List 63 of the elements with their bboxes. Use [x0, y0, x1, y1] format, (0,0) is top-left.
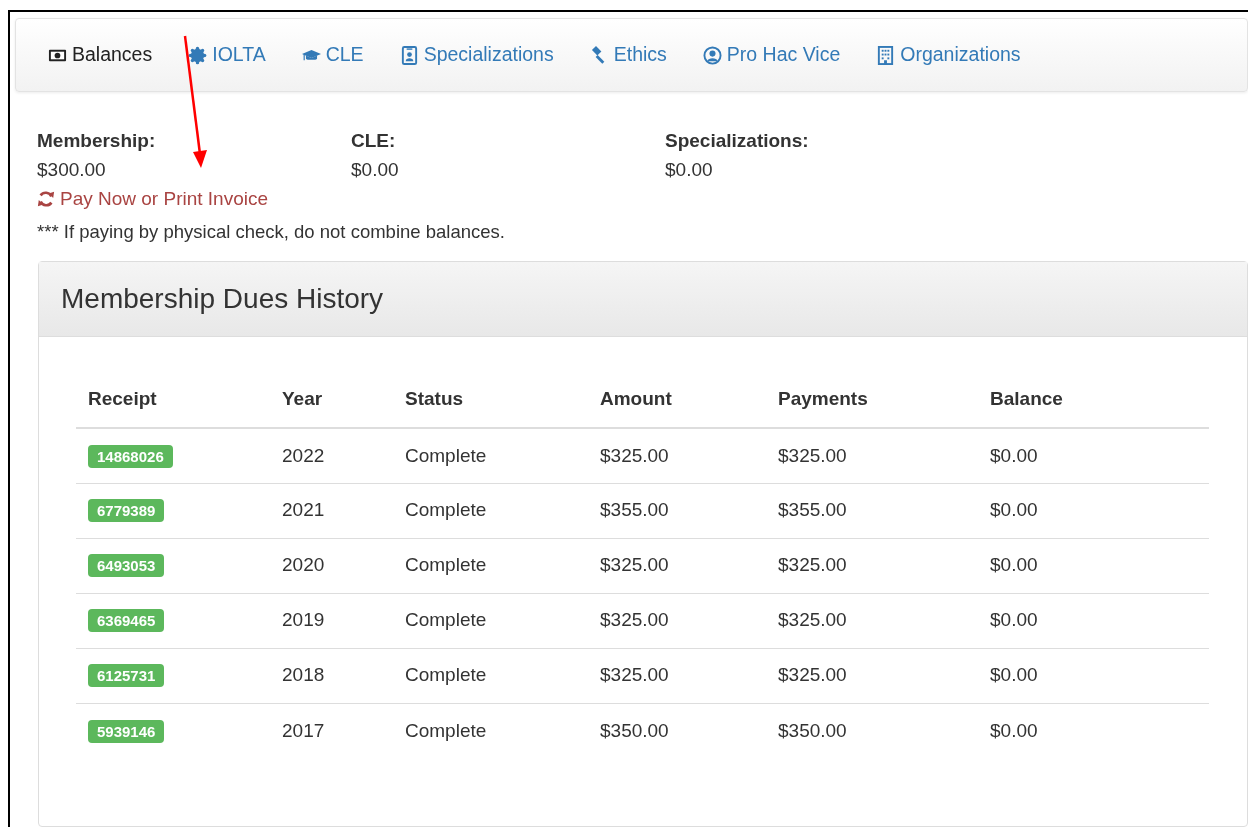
- nav-tab[interactable]: Pro Hac Vice: [688, 40, 863, 70]
- badge-icon: [188, 45, 208, 65]
- pay-now-link[interactable]: Pay Now or Print Invoice: [37, 184, 269, 214]
- receipt-badge[interactable]: 6493053: [88, 554, 165, 578]
- balance-label: CLE:: [351, 129, 396, 153]
- table-cell: $325.00: [778, 554, 847, 576]
- table-cell: $0.00: [990, 499, 1038, 521]
- nav-tab[interactable]: IOLTA: [174, 40, 288, 70]
- check-note: *** If paying by physical check, do not combine balances.: [37, 219, 506, 244]
- column-header: Receipt: [88, 387, 157, 409]
- receipt-badge[interactable]: 5939146: [88, 719, 165, 743]
- id-badge-icon: [399, 45, 419, 65]
- table-cell: Complete: [405, 664, 487, 686]
- table-cell: Complete: [405, 444, 487, 466]
- table-cell: $355.00: [778, 499, 847, 521]
- table-cell: Complete: [405, 554, 487, 576]
- table-cell: $325.00: [778, 664, 847, 686]
- refresh-icon: [37, 190, 55, 208]
- balance-amount: $300.00: [37, 158, 106, 182]
- table-cell: $325.00: [600, 664, 669, 686]
- table-cell: 2018: [282, 664, 325, 686]
- table-cell: $325.00: [778, 444, 847, 466]
- table-cell: Complete: [405, 499, 487, 521]
- table-cell: Complete: [405, 719, 487, 741]
- panel-title: Membership Dues History: [61, 281, 384, 316]
- receipt-badge[interactable]: 6369465: [88, 609, 165, 633]
- table-cell: Complete: [405, 609, 487, 631]
- table-cell: $325.00: [600, 554, 669, 576]
- table-cell: 2020: [282, 554, 325, 576]
- column-header: Payments: [778, 387, 868, 409]
- table-cell: $350.00: [778, 719, 847, 741]
- receipt-badge[interactable]: 6125731: [88, 664, 165, 688]
- table-cell: $0.00: [990, 664, 1038, 686]
- table-cell: $325.00: [600, 444, 669, 466]
- column-header: Amount: [600, 387, 672, 409]
- table-cell: 2022: [282, 444, 325, 466]
- building-icon: [876, 45, 896, 65]
- table-cell: 2019: [282, 609, 325, 631]
- nav-tab[interactable]: CLE: [287, 40, 386, 70]
- user-circle-icon: [702, 45, 722, 65]
- table-cell: $325.00: [600, 609, 669, 631]
- table-cell: $325.00: [778, 609, 847, 631]
- balance-label: Specializations:: [665, 129, 809, 153]
- receipt-badge[interactable]: 6779389: [88, 499, 165, 523]
- nav-tab[interactable]: Specializations: [385, 40, 576, 70]
- balance-label: Membership:: [37, 129, 156, 153]
- table-cell: $0.00: [990, 444, 1038, 466]
- table-cell: 2021: [282, 499, 325, 521]
- column-header: Balance: [990, 387, 1063, 409]
- receipt-badge[interactable]: 14868026: [88, 444, 173, 468]
- nav-tab[interactable]: Balances: [34, 40, 175, 70]
- column-header: Year: [282, 387, 323, 409]
- table-cell: 2017: [282, 719, 325, 741]
- table-cell: $355.00: [600, 499, 669, 521]
- nav-tab[interactable]: Ethics: [575, 40, 689, 70]
- table-cell: $350.00: [600, 719, 669, 741]
- balance-amount: $0.00: [665, 158, 713, 182]
- column-header: Status: [405, 387, 464, 409]
- table-cell: $0.00: [990, 719, 1038, 741]
- balance-amount: $0.00: [351, 158, 399, 182]
- nav-tab[interactable]: Organizations: [862, 40, 1043, 70]
- table-cell: $0.00: [990, 609, 1038, 631]
- table-cell: $0.00: [990, 554, 1038, 576]
